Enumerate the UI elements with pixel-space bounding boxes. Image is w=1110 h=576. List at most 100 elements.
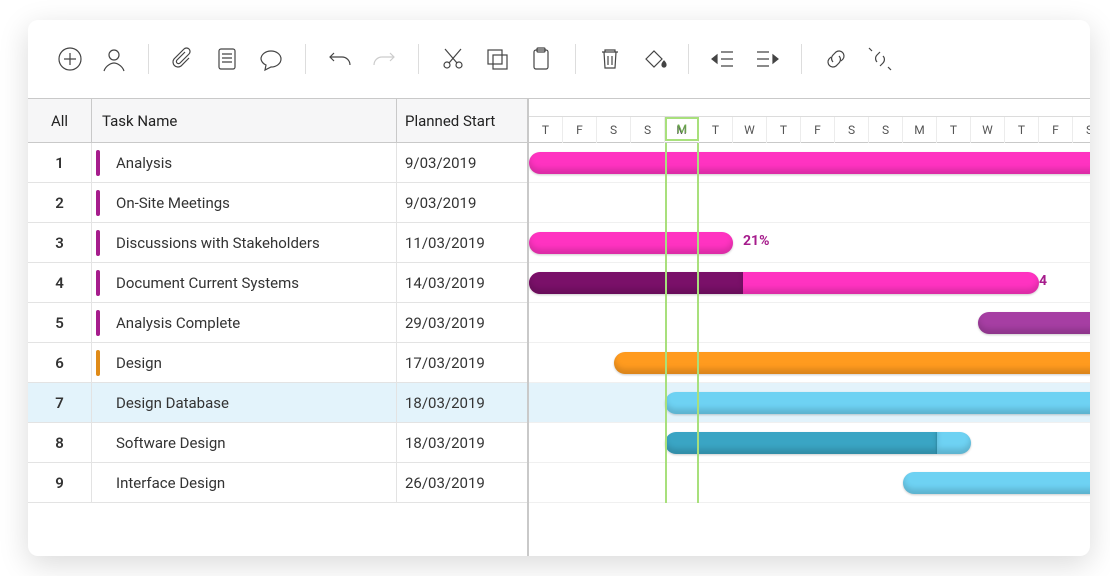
- gantt-bar[interactable]: [903, 472, 1090, 494]
- table-row[interactable]: 3Discussions with Stakeholders11/03/2019: [28, 223, 527, 263]
- day-column: T: [1005, 117, 1039, 143]
- paste-button[interactable]: [521, 39, 561, 79]
- task-name-text: Discussions with Stakeholders: [116, 234, 320, 252]
- column-all[interactable]: All: [28, 99, 92, 142]
- task-color-bar: [96, 150, 100, 176]
- toolbar-separator: [688, 44, 689, 74]
- cut-button[interactable]: [433, 39, 473, 79]
- copy-button[interactable]: [477, 39, 517, 79]
- table-row[interactable]: 5Analysis Complete29/03/2019: [28, 303, 527, 343]
- gantt-row[interactable]: [529, 343, 1090, 383]
- task-color-bar: [96, 390, 100, 416]
- gantt-row[interactable]: [529, 183, 1090, 223]
- toolbar-separator: [575, 44, 576, 74]
- paint-button[interactable]: [634, 39, 674, 79]
- table-row[interactable]: 8 Software Design 18/03/2019: [28, 423, 527, 463]
- task-color-bar: [96, 310, 100, 336]
- column-task-name[interactable]: Task Name: [92, 99, 397, 142]
- table-row[interactable]: 9Interface Design26/03/2019: [28, 463, 527, 503]
- day-column: S: [597, 117, 631, 143]
- row-task-name: On-Site Meetings: [92, 183, 397, 222]
- unlink-button[interactable]: [860, 39, 900, 79]
- gantt-row[interactable]: [529, 143, 1090, 183]
- gantt-row[interactable]: [529, 423, 1090, 463]
- row-task-name: Document Current Systems: [92, 263, 397, 302]
- comment-button[interactable]: [251, 39, 291, 79]
- day-column: S: [869, 117, 903, 143]
- row-task-name: Design Database: [92, 383, 397, 422]
- table-header-row: All Task Name Planned Start: [28, 99, 527, 143]
- row-planned-start: 18/03/2019: [397, 423, 527, 462]
- task-name-text: Analysis: [116, 154, 172, 172]
- row-index: 9: [28, 463, 92, 502]
- row-index: 2: [28, 183, 92, 222]
- table-row[interactable]: 1Analysis9/03/2019: [28, 143, 527, 183]
- row-planned-start: 14/03/2019: [397, 263, 527, 302]
- gantt-bar[interactable]: [529, 272, 1039, 294]
- outdent-button[interactable]: [703, 39, 743, 79]
- row-task-name: Software Design: [92, 423, 397, 462]
- link-button[interactable]: [816, 39, 856, 79]
- delete-button[interactable]: [590, 39, 630, 79]
- row-index: 7: [28, 383, 92, 422]
- redo-button[interactable]: [364, 39, 404, 79]
- row-planned-start: 26/03/2019: [397, 463, 527, 502]
- task-name-text: On-Site Meetings: [116, 194, 230, 212]
- task-name-text: Design Database: [116, 394, 229, 412]
- day-column: S: [835, 117, 869, 143]
- row-task-name: Analysis: [92, 143, 397, 182]
- gantt-row[interactable]: 21%: [529, 223, 1090, 263]
- row-index: 8: [28, 423, 92, 462]
- task-color-bar: [96, 190, 100, 216]
- day-column: F: [1039, 117, 1073, 143]
- toolbar-separator: [305, 44, 306, 74]
- gantt-bar-label: 4: [1039, 273, 1047, 289]
- day-column: W: [971, 117, 1005, 143]
- table-row[interactable]: 6Design17/03/2019: [28, 343, 527, 383]
- toolbar-separator: [418, 44, 419, 74]
- toolbar-separator: [801, 44, 802, 74]
- task-color-bar: [96, 470, 100, 496]
- add-button[interactable]: [50, 39, 90, 79]
- day-column: S: [631, 117, 665, 143]
- gantt-timeline-header: TFSSMTWTFSSMTWTFSS M: [529, 99, 1090, 143]
- gantt-bar[interactable]: [978, 312, 1090, 334]
- gantt-chart[interactable]: TFSSMTWTFSSMTWTFSS M 21% 4: [528, 99, 1090, 556]
- attachment-button[interactable]: [163, 39, 203, 79]
- gantt-row[interactable]: [529, 383, 1090, 423]
- column-planned-start[interactable]: Planned Start: [397, 99, 527, 142]
- row-index: 4: [28, 263, 92, 302]
- indent-button[interactable]: [747, 39, 787, 79]
- task-color-bar: [96, 270, 100, 296]
- undo-button[interactable]: [320, 39, 360, 79]
- gantt-bar[interactable]: [614, 352, 1090, 374]
- gantt-bar[interactable]: [665, 392, 1090, 414]
- table-row[interactable]: 7 Design Database 18/03/2019: [28, 383, 527, 423]
- day-column: F: [563, 117, 597, 143]
- day-column: T: [937, 117, 971, 143]
- task-color-bar: [96, 430, 100, 456]
- gantt-bar[interactable]: [529, 232, 733, 254]
- row-planned-start: 11/03/2019: [397, 223, 527, 262]
- note-button[interactable]: [207, 39, 247, 79]
- gantt-window: All Task Name Planned Start 1Analysis9/0…: [28, 20, 1090, 556]
- row-index: 5: [28, 303, 92, 342]
- day-column: T: [767, 117, 801, 143]
- gantt-row[interactable]: [529, 303, 1090, 343]
- person-button[interactable]: [94, 39, 134, 79]
- gantt-bar-progress: [529, 272, 743, 294]
- gantt-row[interactable]: [529, 463, 1090, 503]
- task-name-text: Software Design: [116, 434, 226, 452]
- gantt-bar[interactable]: [529, 152, 1090, 174]
- row-planned-start: 29/03/2019: [397, 303, 527, 342]
- row-planned-start: 9/03/2019: [397, 183, 527, 222]
- table-row[interactable]: 4 Document Current Systems 14/03/2019: [28, 263, 527, 303]
- table-row[interactable]: 2 On-Site Meetings 9/03/2019: [28, 183, 527, 223]
- toolbar-separator: [148, 44, 149, 74]
- gantt-row[interactable]: 4: [529, 263, 1090, 303]
- task-name-text: Design: [116, 354, 162, 372]
- row-task-name: Analysis Complete: [92, 303, 397, 342]
- row-planned-start: 18/03/2019: [397, 383, 527, 422]
- gantt-bar[interactable]: [665, 432, 937, 454]
- task-name-text: Document Current Systems: [116, 274, 299, 292]
